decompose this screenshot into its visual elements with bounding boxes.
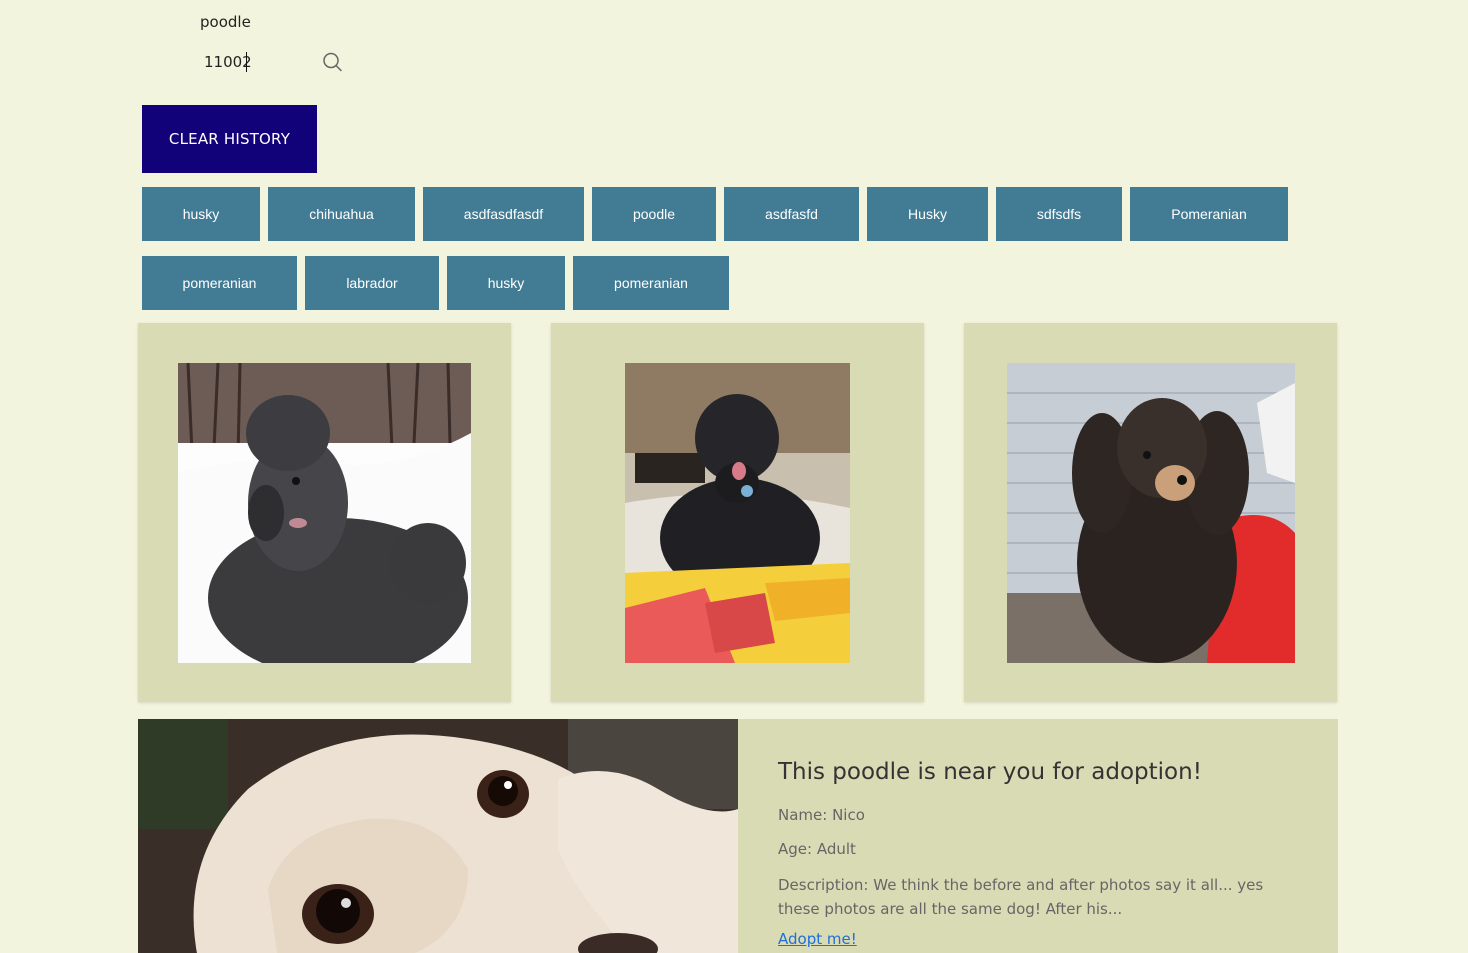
history-chip[interactable]: asdfasfd (724, 187, 859, 241)
history-chip[interactable]: Husky (867, 187, 988, 241)
history-chip[interactable]: chihuahua (268, 187, 415, 241)
zip-code-input[interactable] (196, 48, 322, 76)
history-chip[interactable]: asdfasdfasdf (423, 187, 584, 241)
adopt-me-link[interactable]: Adopt me! (778, 930, 857, 948)
dog-description: Description: We think the before and aft… (778, 876, 1264, 918)
history-chip[interactable]: Pomeranian (1130, 187, 1288, 241)
dog-photo (178, 363, 471, 663)
search-history: husky chihuahua asdfasdfasdf poodle asdf… (142, 187, 1312, 310)
result-card[interactable] (964, 323, 1337, 702)
search-icon (323, 52, 342, 72)
dog-photo (625, 363, 850, 663)
featured-details: This poodle is near you for adoption! Na… (778, 759, 1298, 948)
history-chip[interactable]: pomeranian (573, 256, 729, 310)
featured-adoption-card: This poodle is near you for adoption! Na… (138, 719, 1338, 953)
featured-dog-photo (138, 719, 738, 953)
history-chip[interactable]: poodle (592, 187, 716, 241)
dog-age: Age: Adult (778, 840, 856, 858)
history-chip[interactable]: husky (142, 187, 260, 241)
history-chip[interactable]: labrador (305, 256, 439, 310)
history-chip[interactable]: pomeranian (142, 256, 297, 310)
result-card[interactable] (138, 323, 511, 702)
search-button[interactable] (320, 50, 344, 74)
history-chip[interactable]: husky (447, 256, 565, 310)
history-chip[interactable]: sdfsdfs (996, 187, 1122, 241)
dog-photo (1007, 363, 1295, 663)
featured-title: This poodle is near you for adoption! (778, 759, 1202, 785)
text-cursor (246, 52, 247, 72)
breed-search-input[interactable] (192, 8, 318, 36)
clear-history-button[interactable]: CLEAR HISTORY (142, 105, 317, 173)
dog-name: Name: Nico (778, 806, 865, 824)
result-card[interactable] (551, 323, 924, 702)
